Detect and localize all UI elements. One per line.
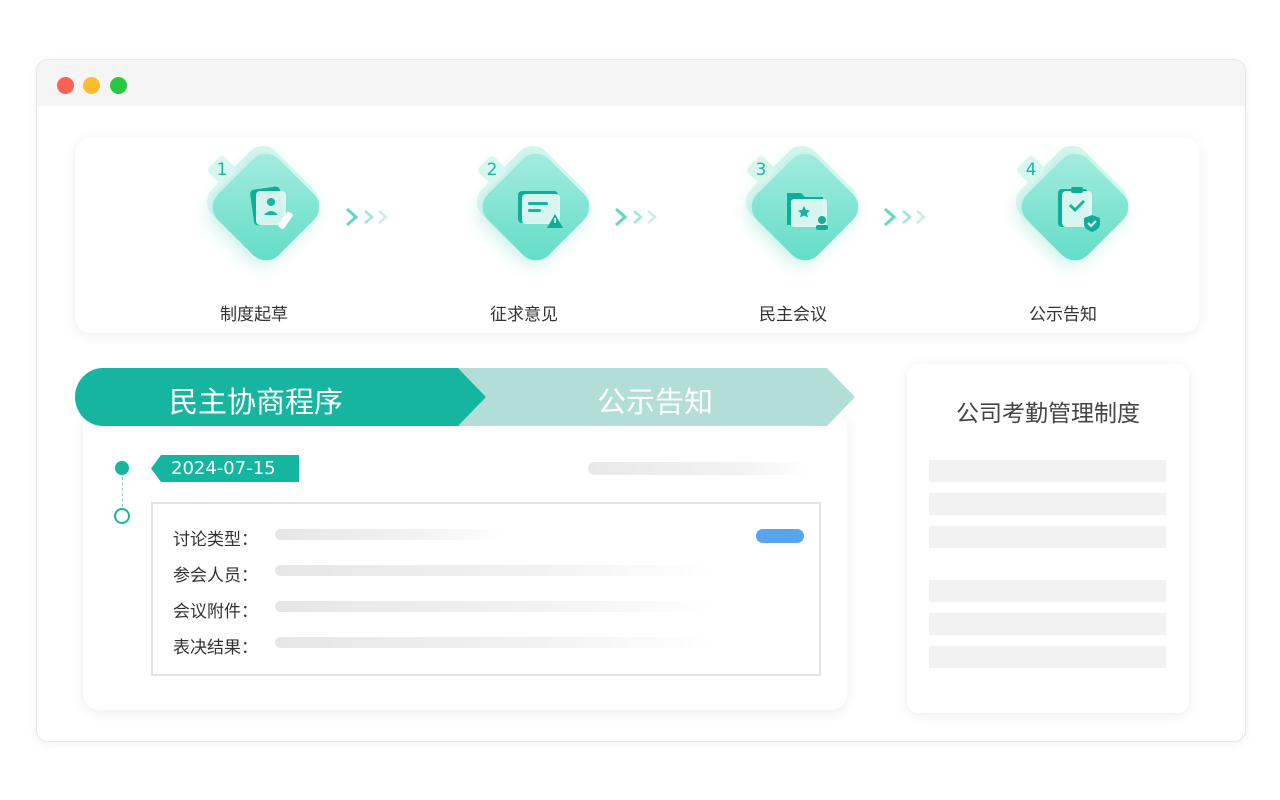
message-alert-icon bbox=[518, 191, 563, 228]
field-label-attachments: 会议附件： bbox=[173, 602, 258, 622]
placeholder-bar bbox=[275, 601, 715, 612]
placeholder-bar bbox=[275, 637, 715, 648]
chevron-right-icon bbox=[884, 207, 926, 227]
folder-star-icon bbox=[787, 193, 828, 230]
step-label: 民主会议 bbox=[759, 305, 827, 325]
step-draft[interactable]: 1 制度起草 bbox=[169, 137, 339, 333]
step-public-notice[interactable]: 4 公示告知 bbox=[978, 137, 1148, 333]
close-window-button[interactable] bbox=[57, 77, 74, 94]
timeline-connector bbox=[122, 477, 123, 507]
placeholder-bar bbox=[275, 565, 715, 576]
chevron-right-icon bbox=[615, 207, 657, 227]
process-steps-card: 1 制度起草 2 征求意见 3 民主会议 4 公示告知 bbox=[75, 137, 1199, 333]
placeholder-bar bbox=[929, 526, 1166, 548]
field-label-discussion-type: 讨论类型： bbox=[173, 530, 258, 550]
status-badge bbox=[756, 529, 804, 543]
maximize-window-button[interactable] bbox=[110, 77, 127, 94]
timeline-node-active bbox=[115, 461, 129, 475]
placeholder-bar bbox=[588, 462, 810, 475]
tab-public-notice[interactable]: 公示告知 bbox=[597, 379, 713, 421]
title-bar bbox=[37, 60, 1245, 106]
step-label: 公示告知 bbox=[1029, 305, 1097, 325]
step-democratic-meeting[interactable]: 3 民主会议 bbox=[708, 137, 878, 333]
policy-title: 公司考勤管理制度 bbox=[956, 401, 1140, 427]
placeholder-bar bbox=[929, 493, 1166, 515]
minimize-window-button[interactable] bbox=[83, 77, 100, 94]
policy-document-card[interactable]: 公司考勤管理制度 bbox=[907, 364, 1189, 713]
placeholder-bar bbox=[929, 613, 1166, 635]
date-tag: 2024-07-15 bbox=[151, 455, 299, 482]
timeline-node bbox=[114, 508, 130, 524]
tab-democratic-consultation[interactable]: 民主协商程序 bbox=[169, 379, 343, 421]
field-label-vote-result: 表决结果： bbox=[173, 638, 258, 658]
placeholder-bar bbox=[275, 529, 505, 540]
clipboard-check-icon bbox=[1058, 187, 1100, 232]
placeholder-bar bbox=[929, 460, 1166, 482]
step-solicit-opinions[interactable]: 2 征求意见 bbox=[439, 137, 609, 333]
step-label: 制度起草 bbox=[220, 305, 288, 325]
step-label: 征求意见 bbox=[490, 305, 558, 325]
meeting-detail-box: 讨论类型： 参会人员： 会议附件： 表决结果： bbox=[151, 502, 821, 676]
placeholder-bar bbox=[929, 580, 1166, 602]
document-edit-icon bbox=[250, 186, 293, 229]
field-label-attendees: 参会人员： bbox=[173, 566, 258, 586]
app-window: 1 制度起草 2 征求意见 3 民主会议 4 公示告知 民主协商程序 公示告知 … bbox=[36, 59, 1246, 742]
chevron-right-icon bbox=[346, 207, 388, 227]
placeholder-bar bbox=[929, 646, 1166, 668]
